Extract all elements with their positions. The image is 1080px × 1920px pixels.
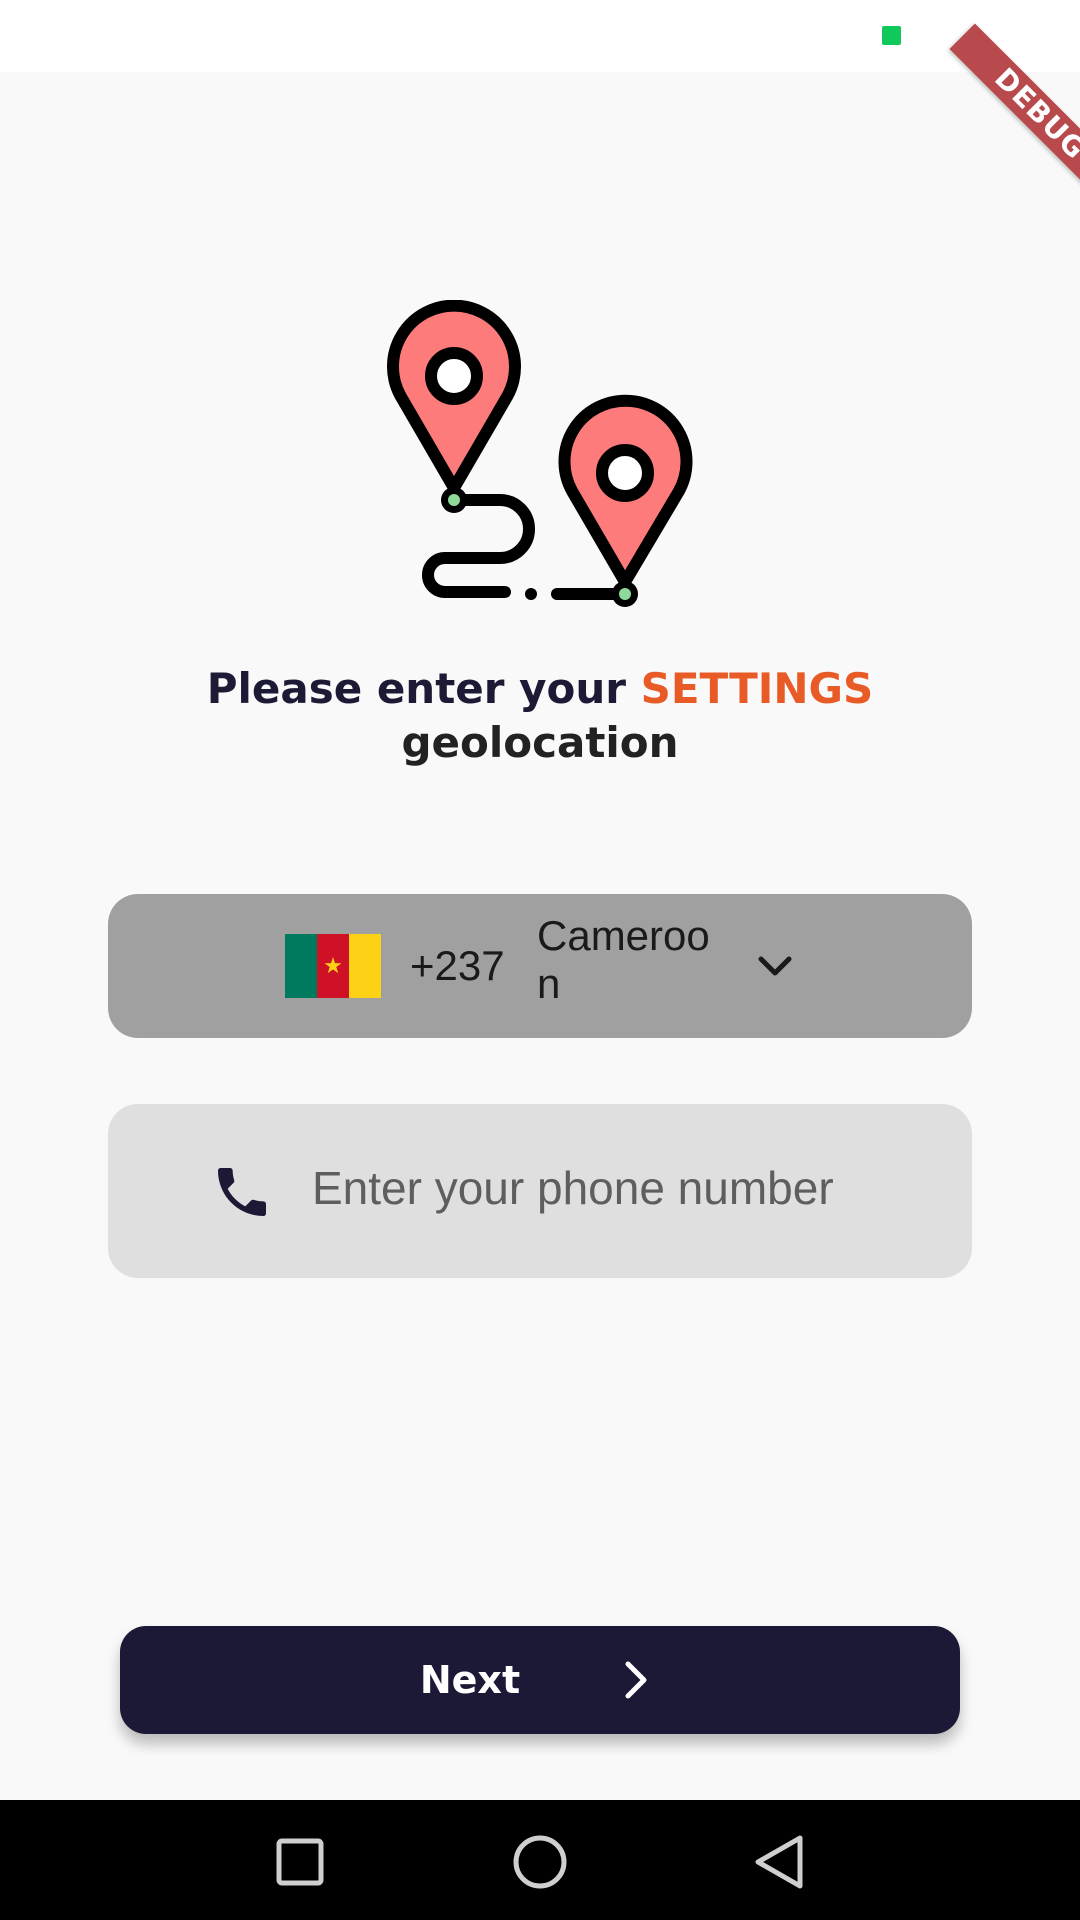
status-bar [0,0,1080,72]
cameroon-flag-icon: ★ [285,934,381,998]
notification-indicator-icon [882,26,901,45]
circle-home-icon[interactable] [510,1832,570,1892]
country-code-selector[interactable]: ★ +237 Cameroon [108,894,972,1038]
country-name: Cameroon [537,912,710,1007]
chevron-right-icon [625,1661,647,1699]
next-button-label: Next [419,1658,521,1702]
phone-number-field[interactable] [108,1104,972,1278]
title-highlight: SETTINGS [640,664,874,713]
chevron-down-icon[interactable] [753,944,797,988]
square-recents-icon[interactable] [270,1832,330,1892]
system-navigation-bar [0,1800,1080,1920]
phone-icon [218,1168,266,1216]
route-pins-icon [380,299,700,620]
page-title: Please enter your SETTINGS geolocation [140,662,940,770]
title-line-2: geolocation [401,718,679,767]
next-button[interactable]: Next [120,1626,960,1734]
dial-code: +237 [410,942,505,989]
title-prefix: Please enter your [206,664,641,713]
triangle-back-icon[interactable] [750,1832,810,1892]
phone-input[interactable] [312,1150,932,1226]
